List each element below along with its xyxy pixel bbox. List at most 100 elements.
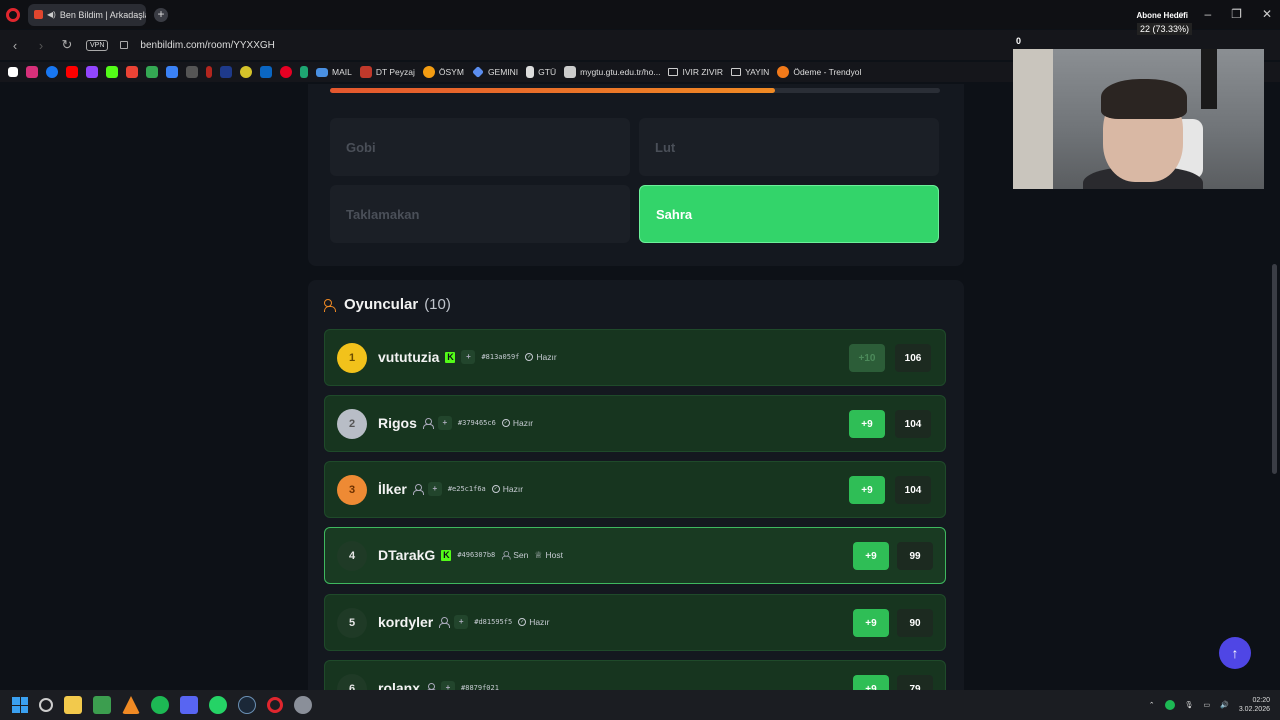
yellow-bookmark-icon[interactable]: [240, 66, 252, 78]
ready-status: ✓ Hazır: [491, 484, 524, 494]
vlc-icon[interactable]: [122, 696, 140, 714]
player-row: 3 İlker + #e25c1f6a ✓ Hazır +9 104: [324, 461, 946, 518]
rank-badge: 2: [337, 409, 367, 439]
crown-icon: ♕: [534, 549, 543, 560]
quiz-card: Gobi Lut Taklamakan Sahra: [308, 84, 964, 266]
player-name: DTarakG: [378, 547, 436, 563]
instagram-icon[interactable]: [26, 66, 38, 78]
answer-option-correct[interactable]: Sahra: [639, 185, 939, 243]
points-gained-badge: +9: [849, 476, 885, 504]
kick-icon[interactable]: [106, 66, 118, 78]
maps-icon[interactable]: [146, 66, 158, 78]
system-tray: ⌃ 🎙 ▭ 🔊 02:20 3.02.2026: [1149, 696, 1280, 714]
windows-start-icon[interactable]: [12, 697, 28, 713]
page-scrollbar[interactable]: [1270, 84, 1280, 690]
opera-taskbar-icon[interactable]: [267, 697, 283, 713]
score-badge: 104: [895, 476, 931, 504]
clock-time: 02:20: [1252, 697, 1270, 704]
player-id: #e25c1f6a: [447, 485, 486, 493]
spotify-tray-icon[interactable]: [1164, 700, 1175, 710]
microphone-icon[interactable]: 🎙: [1185, 701, 1194, 709]
gmail-icon[interactable]: [126, 66, 138, 78]
settings-icon[interactable]: [294, 696, 312, 714]
youtube-icon[interactable]: [66, 66, 78, 78]
url-field[interactable]: benbildim.com/room/YYXXGH: [140, 40, 275, 51]
forward-icon[interactable]: ›: [34, 38, 48, 53]
chevron-up-icon[interactable]: ⌃: [1149, 701, 1155, 709]
scroll-to-top-button[interactable]: ↑: [1219, 637, 1251, 669]
back-icon[interactable]: ‹: [8, 38, 22, 53]
x-icon[interactable]: [8, 67, 18, 77]
facebook-icon[interactable]: [46, 66, 58, 78]
bookmark-gemini[interactable]: GEMINI: [471, 66, 518, 78]
search-icon[interactable]: [39, 698, 53, 712]
scrollbar-thumb[interactable]: [1272, 264, 1277, 474]
ready-status: ✓ Hazır: [501, 418, 534, 428]
link-icon[interactable]: [186, 66, 198, 78]
player-id: #379465c6: [457, 419, 496, 427]
add-friend-icon[interactable]: +: [441, 681, 456, 690]
players-header: Oyuncular (10): [324, 296, 451, 313]
file-explorer-icon[interactable]: [64, 696, 82, 714]
score-badge: 106: [895, 344, 931, 372]
you-label: Sen: [501, 550, 528, 560]
webcam-feed: [1013, 49, 1264, 189]
lock-icon[interactable]: [120, 41, 129, 49]
bookmark-trendyol[interactable]: Ödeme - Trendyol: [777, 66, 861, 78]
player-name: İlker: [378, 481, 407, 497]
new-tab-button[interactable]: +: [154, 7, 168, 22]
bookmark-folder-yayin[interactable]: YAYIN: [731, 67, 769, 77]
player-name: Rigos: [378, 415, 417, 431]
person-icon: [502, 551, 511, 560]
whatsapp-icon[interactable]: [209, 696, 227, 714]
clock[interactable]: 02:20 3.02.2026: [1239, 696, 1270, 714]
player-id: #d81595f5: [474, 618, 513, 626]
site-favicon-icon: [34, 10, 43, 19]
discord-icon[interactable]: [180, 696, 198, 714]
points-gained-badge: +9: [853, 542, 889, 570]
bookmark-folder-ivir-zivir[interactable]: IVIR ZIVIR: [668, 67, 723, 77]
red-bookmark-icon[interactable]: [206, 66, 212, 78]
mail-icon: [316, 67, 328, 77]
bookmark-mail[interactable]: MAIL: [316, 67, 352, 77]
twitch-icon[interactable]: [86, 66, 98, 78]
player-row: 5 kordyler + #d81595f5 ✓ Hazır +9 90: [324, 594, 946, 651]
display-icon[interactable]: ▭: [1204, 701, 1211, 709]
reload-icon[interactable]: ↻: [60, 37, 74, 53]
add-friend-icon[interactable]: +: [427, 482, 442, 496]
volume-icon[interactable]: 🔊: [1220, 701, 1229, 709]
tab-title: Ben Bildim | Arkadaşla: [59, 9, 146, 20]
bookmark-mygtu[interactable]: mygtu.gtu.edu.tr/ho...: [564, 66, 660, 78]
bookmark-gtu[interactable]: GTÜ: [526, 66, 556, 78]
document-icon: [526, 66, 535, 78]
vpn-badge[interactable]: VPN: [86, 39, 109, 51]
points-gained-badge: +10: [849, 344, 885, 372]
answer-option[interactable]: Taklamakan: [330, 185, 630, 243]
player-name: vututuzia: [378, 349, 440, 365]
check-circle-icon: ✓: [501, 419, 510, 427]
browser-tab[interactable]: ◀) Ben Bildim | Arkadaşla ×: [28, 3, 146, 26]
add-friend-icon[interactable]: +: [454, 615, 469, 629]
green-app-icon[interactable]: [93, 696, 111, 714]
spotify-icon[interactable]: [151, 696, 169, 714]
check-circle-icon: ✓: [491, 485, 500, 493]
answer-option[interactable]: Lut: [639, 118, 939, 176]
pinterest-icon[interactable]: [280, 66, 292, 78]
dollar-icon[interactable]: [166, 66, 178, 78]
add-friend-icon[interactable]: +: [437, 416, 452, 430]
score-badge: 90: [897, 609, 933, 637]
linkedin-icon[interactable]: [260, 66, 272, 78]
bookmark-osym[interactable]: ÖSYM: [422, 66, 464, 78]
blue-bookmark-icon[interactable]: [220, 66, 232, 78]
progress-fill: [330, 88, 776, 93]
opera-logo-icon[interactable]: [6, 7, 20, 22]
steam-icon[interactable]: [238, 696, 256, 714]
rank-badge: 4: [337, 541, 367, 571]
add-friend-icon[interactable]: +: [461, 350, 476, 364]
green-bookmark-icon[interactable]: [300, 66, 308, 78]
mygtu-icon: [564, 66, 577, 78]
answer-option[interactable]: Gobi: [330, 118, 630, 176]
check-circle-icon: ✓: [518, 618, 527, 626]
dt-peyzaj-icon: [359, 66, 372, 78]
bookmark-dt-peyzaj[interactable]: DT Peyzaj: [359, 66, 415, 78]
